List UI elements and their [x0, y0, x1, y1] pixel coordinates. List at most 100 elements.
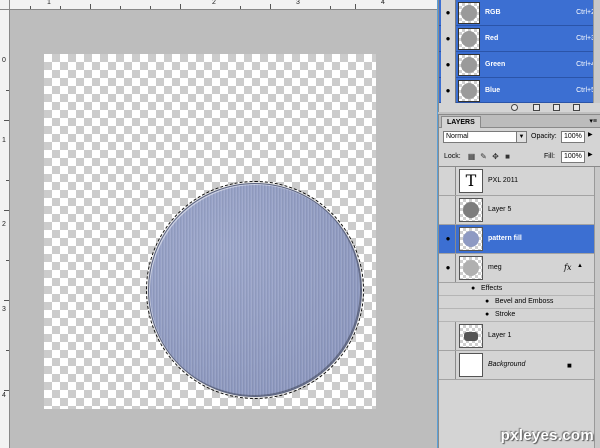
- ruler-tick: [120, 6, 121, 9]
- layer-thumbnail: [459, 227, 483, 251]
- load-selection-icon[interactable]: [511, 104, 518, 111]
- effect-row-bevel-emboss[interactable]: ● Bevel and Emboss: [439, 296, 600, 309]
- channel-thumbnail: [458, 54, 480, 76]
- eye-icon[interactable]: ●: [485, 298, 489, 305]
- ruler-tick: [355, 4, 356, 9]
- lock-icon[interactable]: ■: [503, 152, 512, 161]
- ruler-tick: [4, 390, 9, 391]
- save-selection-icon[interactable]: [533, 104, 540, 111]
- layers-tabbar: LAYERS ▾≡: [439, 115, 600, 128]
- channel-name: Red: [485, 35, 499, 42]
- ruler-tick: [150, 6, 151, 9]
- channel-row-red[interactable]: ● Red Ctrl+3: [439, 26, 600, 52]
- layers-list: T PXL 2011 Layer 5 ● pattern fill ● meg …: [439, 166, 600, 448]
- layer-thumbnail: [459, 353, 483, 377]
- ruler-tick: [4, 210, 9, 211]
- layer-name[interactable]: meg: [488, 264, 502, 271]
- chevron-right-icon[interactable]: ▶: [588, 131, 593, 138]
- channels-panel: ● RGB Ctrl+2 ● Red Ctrl+3 ● Green Ctrl+4…: [438, 0, 600, 112]
- ruler-tick: [270, 4, 271, 9]
- chevron-right-icon[interactable]: ▶: [588, 151, 593, 158]
- brush-icon[interactable]: ✎: [479, 152, 488, 161]
- layer-row-meg[interactable]: ● meg fx ▲: [439, 254, 600, 283]
- eye-icon[interactable]: ●: [441, 0, 456, 26]
- ruler-tick: [4, 300, 9, 301]
- eye-toggle[interactable]: [441, 322, 456, 350]
- layer-thumbnail: [459, 324, 483, 348]
- layer-name[interactable]: Layer 1: [488, 332, 511, 339]
- ruler-tick: [60, 6, 61, 9]
- eye-icon[interactable]: ●: [441, 225, 456, 253]
- eye-icon[interactable]: ●: [441, 52, 456, 78]
- channels-footer: [439, 103, 600, 112]
- layer-row-pattern-fill[interactable]: ● pattern fill: [439, 225, 600, 254]
- ruler-label: 4: [381, 0, 385, 6]
- eye-icon[interactable]: ●: [441, 254, 456, 282]
- ruler-label: 2: [2, 221, 6, 228]
- layers-scrollbar[interactable]: [594, 167, 600, 448]
- ruler-vertical[interactable]: 0 1 2 3 4: [0, 0, 10, 448]
- layer-thumbnail: [459, 198, 483, 222]
- layer-name[interactable]: PXL 2011: [488, 177, 518, 184]
- move-icon[interactable]: ✥: [491, 152, 500, 161]
- fill-input[interactable]: 100%: [561, 151, 585, 163]
- ruler-label: 3: [2, 306, 6, 313]
- ruler-tick: [240, 6, 241, 9]
- transparency-lock-icon[interactable]: ▦: [467, 152, 476, 161]
- opacity-label: Opacity:: [531, 133, 557, 140]
- channel-name: Green: [485, 61, 506, 68]
- panel-menu-icon[interactable]: ▾≡: [589, 117, 597, 125]
- layers-panel: LAYERS ▾≡ Normal ▼ Opacity: 100% ▶ Lock:…: [438, 114, 600, 448]
- channels-scrollbar[interactable]: [593, 0, 600, 103]
- effects-row[interactable]: ● Effects: [439, 283, 600, 296]
- ruler-tick: [90, 4, 91, 9]
- blend-mode-select[interactable]: Normal ▼: [443, 131, 527, 143]
- eye-icon[interactable]: ●: [441, 26, 456, 52]
- eye-icon[interactable]: ●: [485, 311, 489, 318]
- effect-row-stroke[interactable]: ● Stroke: [439, 309, 600, 322]
- watermark: pxleyes.com: [500, 427, 594, 444]
- trash-icon[interactable]: [573, 104, 580, 111]
- lock-icon: ■: [567, 361, 572, 370]
- eye-toggle[interactable]: [441, 167, 456, 195]
- ruler-horizontal[interactable]: 1 2 3 4: [0, 0, 438, 10]
- effect-name: Stroke: [495, 311, 516, 318]
- new-channel-icon[interactable]: [553, 104, 560, 111]
- layer-name[interactable]: pattern fill: [488, 235, 522, 242]
- effects-label: Effects: [481, 285, 503, 292]
- ruler-tick: [6, 90, 9, 91]
- chevron-up-icon[interactable]: ▲: [577, 263, 583, 269]
- blend-mode-value: Normal: [446, 133, 469, 140]
- channel-name: Blue: [485, 87, 501, 94]
- ruler-label: 1: [47, 0, 51, 6]
- effect-name: Bevel and Emboss: [495, 298, 554, 305]
- channel-row-blue[interactable]: ● Blue Ctrl+5: [439, 78, 600, 103]
- ruler-label: 3: [296, 0, 300, 6]
- channel-thumbnail: [458, 80, 480, 102]
- channel-thumbnail: [458, 2, 480, 24]
- document-canvas[interactable]: [44, 54, 376, 409]
- ruler-tick: [330, 6, 331, 9]
- eye-toggle[interactable]: [441, 196, 456, 224]
- eye-icon[interactable]: ●: [441, 78, 456, 103]
- layer-row-layer-1[interactable]: Layer 1: [439, 322, 600, 351]
- ruler-origin[interactable]: [0, 0, 10, 10]
- tab-layers[interactable]: LAYERS: [441, 116, 481, 128]
- text-layer-icon: T: [459, 169, 483, 193]
- opacity-input[interactable]: 100%: [561, 131, 585, 143]
- layer-row-pxl-2011[interactable]: T PXL 2011: [439, 167, 600, 196]
- channel-row-green[interactable]: ● Green Ctrl+4: [439, 52, 600, 78]
- eye-toggle[interactable]: [441, 351, 456, 379]
- layer-row-background[interactable]: Background ■: [439, 351, 600, 380]
- fx-icon[interactable]: fx: [564, 263, 571, 272]
- layer-name[interactable]: Layer 5: [488, 206, 511, 213]
- channel-name: RGB: [485, 9, 501, 16]
- chevron-down-icon[interactable]: ▼: [516, 132, 526, 142]
- eye-icon[interactable]: ●: [471, 285, 475, 292]
- canvas-area[interactable]: 1 2 3 4 0 1 2 3 4: [0, 0, 438, 448]
- channel-thumbnail: [458, 28, 480, 50]
- layer-name[interactable]: Background: [488, 361, 525, 368]
- layer-row-layer-5[interactable]: Layer 5: [439, 196, 600, 225]
- lock-label: Lock:: [444, 153, 461, 160]
- channel-row-rgb[interactable]: ● RGB Ctrl+2: [439, 0, 600, 26]
